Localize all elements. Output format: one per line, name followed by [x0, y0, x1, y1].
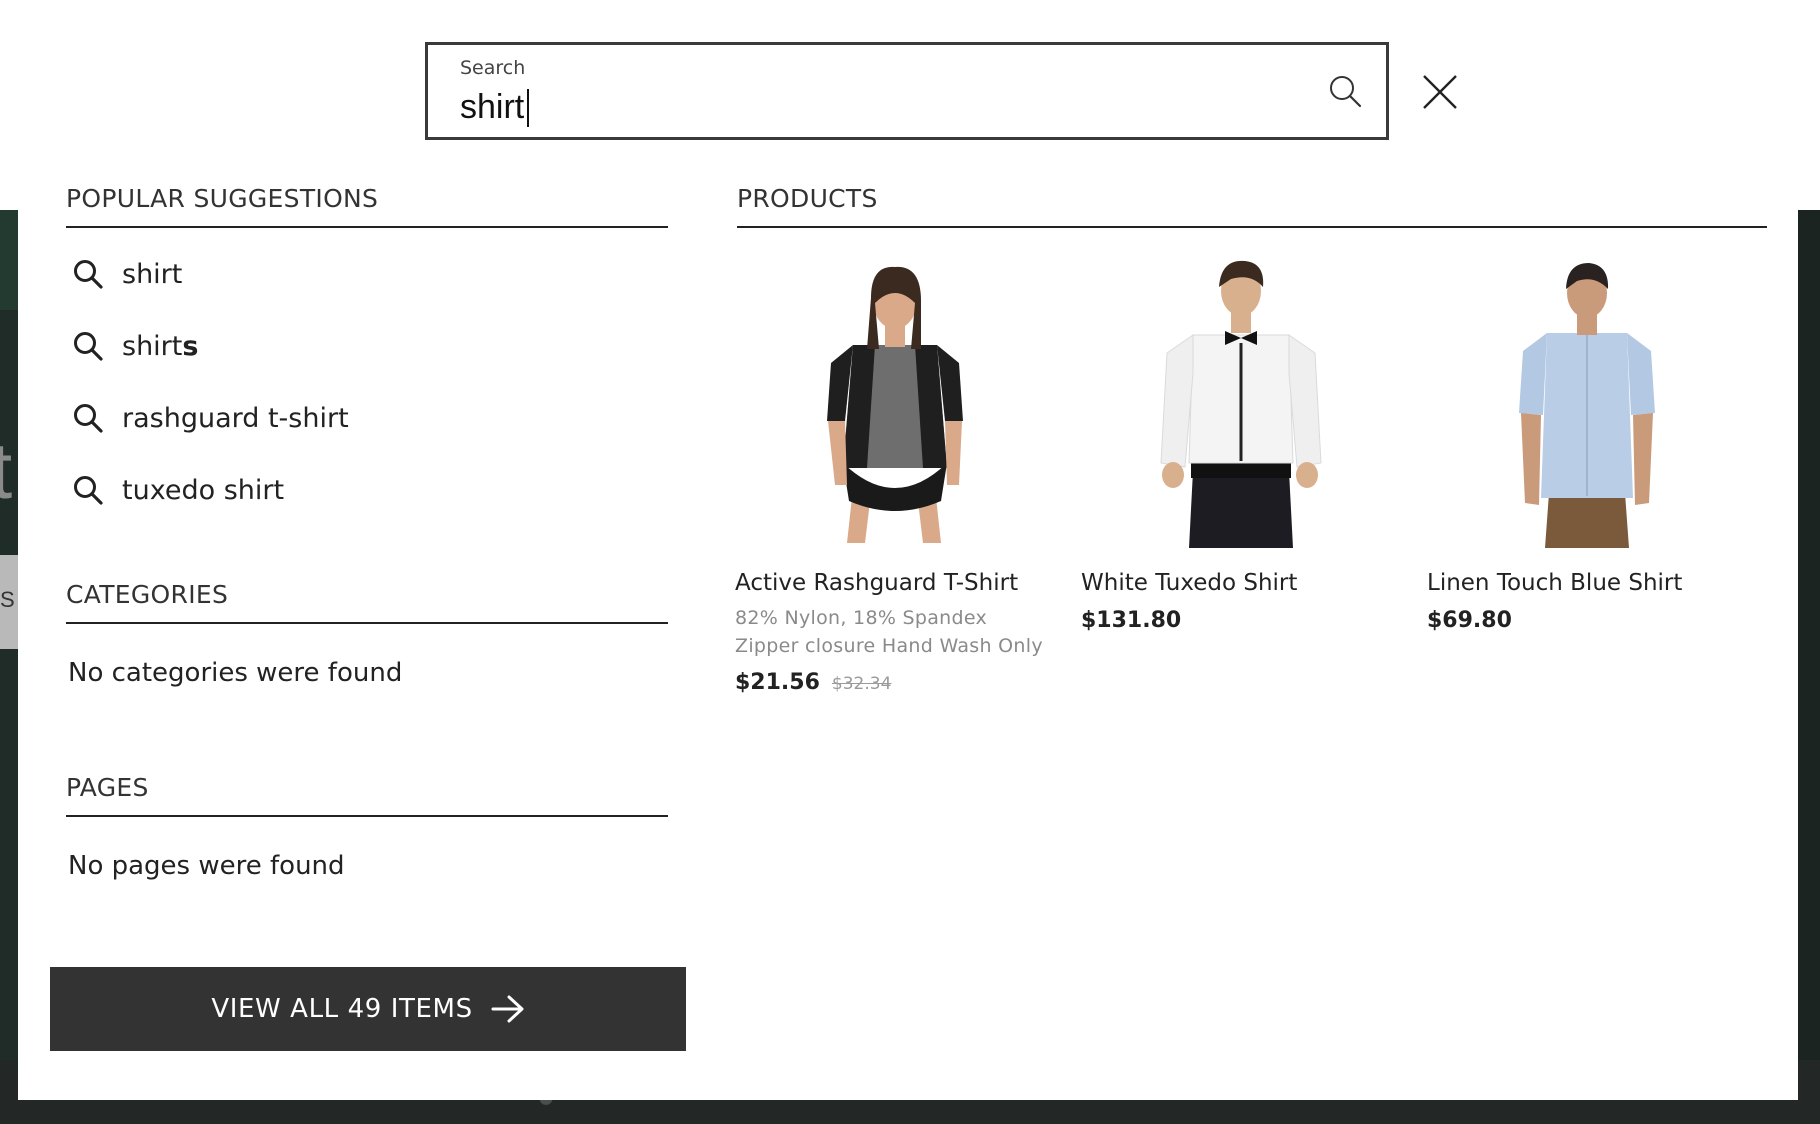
search-input[interactable] — [460, 85, 1260, 129]
background-button-fragment: S — [0, 555, 18, 649]
product-image — [1081, 253, 1401, 548]
search-icon — [1330, 76, 1362, 108]
suggestion-label: shirts — [122, 330, 199, 362]
product-price: $21.56 — [735, 670, 820, 695]
product-image — [735, 253, 1055, 548]
search-icon — [70, 472, 106, 508]
background-edge — [1798, 210, 1820, 1124]
divider — [66, 622, 668, 624]
close-icon — [1423, 75, 1457, 109]
view-all-label: VIEW ALL 49 ITEMS — [211, 994, 473, 1024]
search-icon — [70, 400, 106, 436]
product-title: Linen Touch Blue Shirt — [1427, 570, 1683, 596]
products-heading: PRODUCTS — [737, 184, 878, 213]
product-image — [1427, 253, 1747, 548]
product-price-row: $69.80 — [1427, 608, 1747, 633]
suggestion-label: tuxedo shirt — [122, 474, 285, 506]
product-price: $131.80 — [1081, 608, 1182, 633]
pages-empty-message: No pages were found — [68, 851, 345, 881]
product-price: $69.80 — [1427, 608, 1512, 633]
text-caret — [527, 89, 529, 127]
predictive-search-panel: POPULAR SUGGESTIONS shirt shirts rashgua… — [18, 148, 1798, 1100]
arrow-right-icon — [491, 994, 525, 1024]
suggestion-item[interactable]: rashguard t-shirt — [70, 392, 630, 444]
view-all-button[interactable]: VIEW ALL 49 ITEMS — [50, 967, 686, 1051]
product-card[interactable]: White Tuxedo Shirt $131.80 — [1081, 253, 1401, 633]
pages-heading: PAGES — [66, 773, 149, 802]
divider — [66, 815, 668, 817]
background-text-fragment: t — [0, 426, 13, 515]
product-price-row: $131.80 — [1081, 608, 1401, 633]
search-field[interactable]: Search — [425, 42, 1389, 140]
search-submit-button[interactable] — [1323, 69, 1367, 113]
search-icon — [70, 256, 106, 292]
product-title: Active Rashguard T-Shirt — [735, 570, 1019, 596]
product-card[interactable]: Active Rashguard T-Shirt 82% Nylon, 18% … — [735, 253, 1055, 695]
product-title: White Tuxedo Shirt — [1081, 570, 1298, 596]
divider — [66, 226, 668, 228]
product-description: 82% Nylon, 18% Spandex Zipper closure Ha… — [735, 607, 1043, 657]
product-card[interactable]: Linen Touch Blue Shirt $69.80 — [1427, 253, 1747, 633]
product-compare-price: $32.34 — [831, 674, 892, 694]
suggestion-item[interactable]: shirts — [70, 320, 630, 372]
product-price-row: $21.56 $32.34 — [735, 670, 1055, 695]
close-search-button[interactable] — [1418, 70, 1462, 114]
divider — [737, 226, 1767, 228]
search-icon — [70, 328, 106, 364]
suggestion-label: shirt — [122, 258, 183, 290]
search-label: Search — [460, 57, 526, 79]
categories-heading: CATEGORIES — [66, 580, 229, 609]
suggestion-label: rashguard t-shirt — [122, 402, 349, 434]
suggestion-item[interactable]: tuxedo shirt — [70, 464, 630, 516]
suggestion-item[interactable]: shirt — [70, 248, 630, 300]
categories-empty-message: No categories were found — [68, 658, 403, 688]
popular-suggestions-heading: POPULAR SUGGESTIONS — [66, 184, 379, 213]
